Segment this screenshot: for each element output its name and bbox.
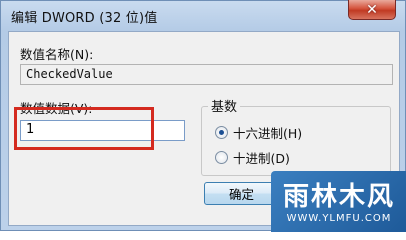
close-button[interactable]: ✕ xyxy=(348,0,396,20)
value-name-label: 数值名称(N): xyxy=(20,47,94,62)
radio-decimal[interactable]: 十进制(D) xyxy=(215,148,290,167)
radio-decimal-label: 十进制(D) xyxy=(233,151,290,166)
watermark-logo: 雨林木风 WWW.YLMFU.COM xyxy=(271,171,406,232)
radio-hexadecimal-label: 十六进制(H) xyxy=(233,126,303,141)
radio-unselected-icon[interactable] xyxy=(215,151,228,164)
title-bar[interactable]: 编辑 DWORD (32 位)值 ✕ xyxy=(1,0,405,29)
base-group-title: 基数 xyxy=(208,96,241,115)
value-name-field: CheckedValue xyxy=(20,64,393,85)
edit-dword-dialog: 编辑 DWORD (32 位)值 ✕ 数值名称(N): CheckedValue… xyxy=(0,0,406,232)
ok-button[interactable]: 确定 xyxy=(204,182,279,205)
annotation-highlight-box xyxy=(14,107,154,150)
dialog-title: 编辑 DWORD (32 位)值 xyxy=(11,11,158,26)
watermark-url: WWW.YLMFU.COM xyxy=(286,213,392,224)
radio-hexadecimal[interactable]: 十六进制(H) xyxy=(215,123,302,142)
radio-selected-icon[interactable] xyxy=(215,126,228,139)
close-icon: ✕ xyxy=(366,1,378,18)
watermark-text: 雨林木风 xyxy=(282,182,395,212)
